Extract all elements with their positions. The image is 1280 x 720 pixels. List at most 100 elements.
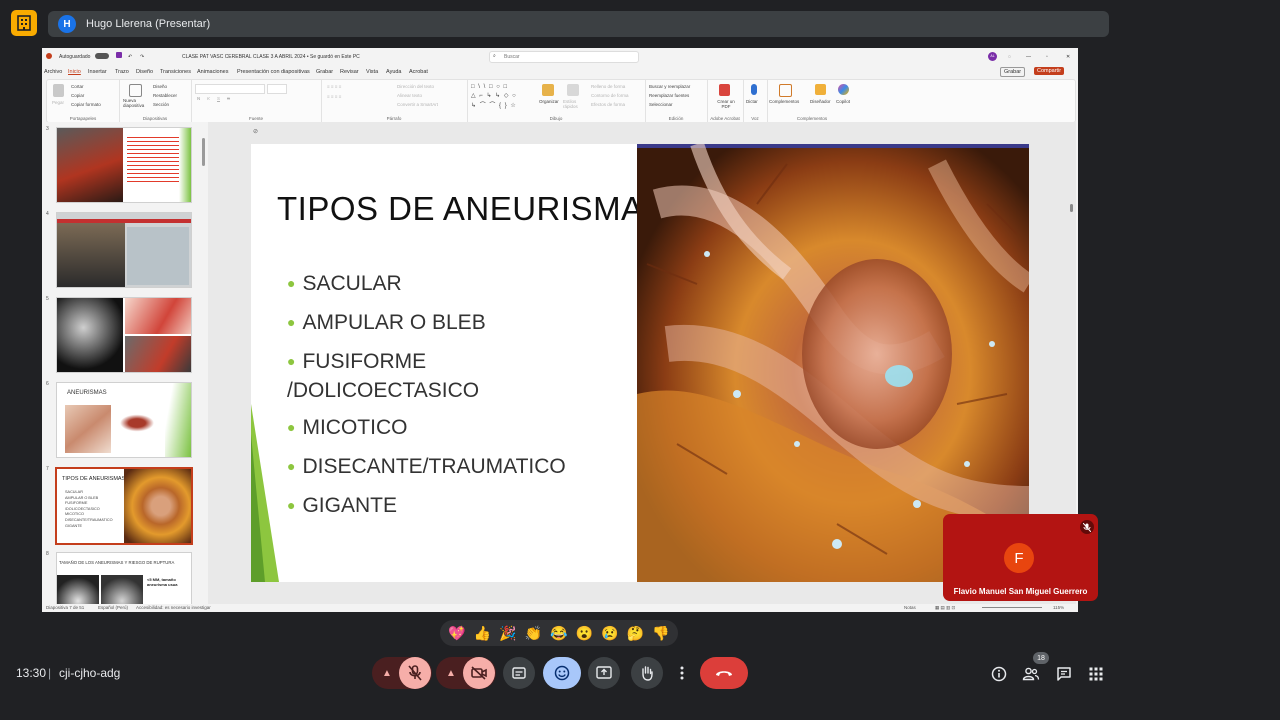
list-icons[interactable]: ≡ ≡ ≡ ≡: [327, 84, 341, 89]
tab-transiciones[interactable]: Transiciones: [160, 69, 191, 75]
quick-styles-button[interactable]: Estilos rápidos: [563, 99, 585, 109]
tab-grabar[interactable]: Grabar: [316, 69, 333, 75]
reaction-thinking[interactable]: 🤔: [627, 625, 644, 642]
tab-acrobat[interactable]: Acrobat: [409, 69, 428, 75]
tab-insertar[interactable]: Insertar: [88, 69, 107, 75]
align-icons[interactable]: ≡ ≡ ≡ ≡: [327, 94, 341, 99]
strikethrough-button[interactable]: S: [227, 96, 230, 101]
tab-ayuda[interactable]: Ayuda: [386, 69, 402, 75]
undo-icon[interactable]: ↶: [128, 54, 132, 60]
section-button[interactable]: Sección: [153, 102, 169, 107]
reaction-thumbs-down[interactable]: 👎: [652, 625, 669, 642]
maximize-icon[interactable]: ▫: [1046, 54, 1048, 60]
redo-icon[interactable]: ↷: [140, 54, 144, 60]
designer-icon[interactable]: [815, 84, 826, 95]
new-slide-icon[interactable]: [129, 84, 142, 97]
reaction-clap[interactable]: 👏: [525, 625, 542, 642]
arrange-button[interactable]: Organizar: [539, 99, 559, 104]
more-options-button[interactable]: [673, 657, 691, 689]
microphone-button[interactable]: [399, 657, 431, 689]
format-painter-button[interactable]: Copiar formato: [71, 102, 101, 107]
arrange-icon[interactable]: [542, 84, 554, 96]
camera-button[interactable]: [463, 657, 495, 689]
meet-app-logo[interactable]: [11, 10, 37, 36]
pdf-icon[interactable]: [719, 84, 730, 96]
shape-fill-button[interactable]: Relleno de forma: [591, 84, 625, 89]
align-text-button[interactable]: Alinear texto: [397, 93, 422, 98]
tab-animaciones[interactable]: Animaciones: [197, 69, 229, 75]
reaction-party[interactable]: 🎉: [499, 625, 516, 642]
addins-icon[interactable]: [779, 84, 792, 97]
autosave-toggle[interactable]: [95, 53, 109, 59]
language-indicator[interactable]: Español (Perú): [98, 605, 128, 610]
underline-button[interactable]: S: [217, 96, 220, 101]
copilot-button[interactable]: Copilot: [836, 99, 850, 104]
present-screen-button[interactable]: [588, 657, 620, 689]
slide-view-icon[interactable]: ⊘: [253, 128, 258, 135]
save-icon[interactable]: [116, 52, 122, 58]
current-slide[interactable]: TIPOS DE ANEURISMAS ● SACULAR ● AMPULAR O …: [251, 144, 1029, 582]
font-name-dropdown[interactable]: [195, 84, 265, 94]
smartart-button[interactable]: Convertir a SmartArt: [397, 102, 438, 107]
slide-thumbnail-3[interactable]: [56, 127, 192, 203]
leave-call-button[interactable]: [700, 657, 748, 689]
notes-button[interactable]: Notas: [904, 605, 916, 610]
tab-diseno[interactable]: Diseño: [136, 69, 153, 75]
share-button[interactable]: Compartir: [1034, 67, 1065, 75]
create-pdf-button[interactable]: Crear un PDF: [713, 99, 739, 109]
activities-button[interactable]: [1086, 664, 1106, 684]
reaction-heart[interactable]: 💖: [448, 625, 465, 642]
microphone-icon[interactable]: [751, 84, 757, 95]
shape-effects-button[interactable]: Efectos de forma: [591, 102, 625, 107]
lightbulb-icon[interactable]: ◌: [1008, 54, 1011, 60]
slide-thumbnail-7[interactable]: TIPOS DE ANEURISMAS SACULAR AMPULAR O BL…: [55, 467, 193, 545]
copy-button[interactable]: Copiar: [71, 93, 84, 98]
captions-button[interactable]: [503, 657, 535, 689]
bold-button[interactable]: N: [197, 96, 200, 101]
tab-archivo[interactable]: Archivo: [44, 69, 62, 75]
dictate-button[interactable]: Dictar: [746, 99, 758, 104]
audio-options-button[interactable]: ▲: [378, 657, 396, 689]
new-slide-button[interactable]: Nueva diapositiva: [123, 98, 149, 108]
user-avatar[interactable]: AL: [988, 52, 997, 61]
quick-styles-icon[interactable]: [567, 84, 579, 96]
reset-button[interactable]: Restablecer: [153, 93, 177, 98]
tab-presentacion[interactable]: Presentación con diapositivas: [237, 69, 310, 75]
shapes-gallery-row2[interactable]: △ ⌐ ↳ ↳ ◇ ○: [471, 92, 517, 99]
designer-button[interactable]: Diseñador: [810, 99, 831, 104]
reaction-laugh[interactable]: 😂: [550, 625, 567, 642]
slide-thumbnail-5[interactable]: [56, 297, 192, 373]
tab-inicio[interactable]: Inicio: [68, 69, 81, 75]
tab-trazo[interactable]: Trazo: [115, 69, 129, 75]
copilot-icon[interactable]: [838, 84, 849, 95]
shape-outline-button[interactable]: Contorno de forma: [591, 93, 629, 98]
view-buttons[interactable]: ▦ ▤ ▥ ⊡: [935, 605, 955, 611]
meeting-details-button[interactable]: [989, 664, 1009, 684]
accessibility-status[interactable]: Accesibilidad: es necesario investigar: [136, 605, 211, 610]
reaction-sad[interactable]: 😢: [601, 625, 618, 642]
find-replace-button[interactable]: Buscar y reemplazar: [649, 84, 690, 89]
chat-button[interactable]: [1054, 664, 1074, 684]
minimize-icon[interactable]: —: [1026, 54, 1031, 60]
select-button[interactable]: Seleccionar: [649, 102, 673, 107]
raise-hand-button[interactable]: [631, 657, 663, 689]
font-size-dropdown[interactable]: [267, 84, 287, 94]
shapes-gallery-row3[interactable]: ↳ ⌒ ⌒ { } ☆: [471, 100, 517, 109]
shapes-gallery[interactable]: □ \ \ □ ○ □: [471, 84, 508, 90]
record-button[interactable]: Grabar: [1000, 67, 1026, 77]
text-direction-button[interactable]: Dirección del texto: [397, 84, 434, 89]
slide-thumbnail-4[interactable]: [56, 212, 192, 288]
emoji-reactions-button[interactable]: [543, 657, 581, 689]
zoom-level[interactable]: 115%: [1053, 605, 1064, 610]
participant-tile[interactable]: F Flavio Manuel San Miguel Guerrero: [943, 514, 1098, 601]
addins-button[interactable]: Complementos: [769, 99, 799, 104]
slide-thumbnail-8[interactable]: TAMAÑO DE LOS ANEURISMAS Y RIESGO DE RUP…: [56, 552, 192, 606]
paste-button[interactable]: Pegar: [52, 100, 64, 105]
canvas-scrollbar[interactable]: [1070, 204, 1073, 212]
close-icon[interactable]: ✕: [1066, 54, 1070, 60]
tab-vista[interactable]: Vista: [366, 69, 378, 75]
zoom-slider[interactable]: [982, 607, 1042, 608]
video-options-button[interactable]: ▲: [442, 657, 460, 689]
layout-button[interactable]: Diseño: [153, 84, 167, 89]
reaction-thumbs-up[interactable]: 👍: [474, 625, 491, 642]
